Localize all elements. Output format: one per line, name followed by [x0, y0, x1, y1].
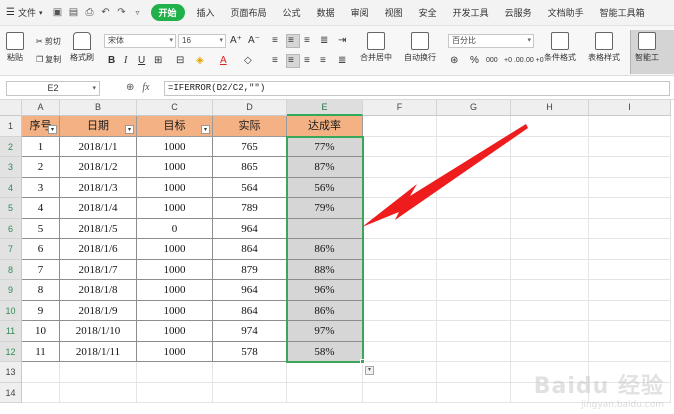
- watermark-logo: Baidu 经验: [533, 374, 664, 399]
- watermark-url: jingyan.baidu.com: [580, 400, 664, 410]
- red-arrow-icon: [362, 124, 528, 227]
- red-arrow-shape: [362, 124, 528, 227]
- baidu-watermark: Baidu 经验 jingyan.baidu.com: [534, 368, 664, 410]
